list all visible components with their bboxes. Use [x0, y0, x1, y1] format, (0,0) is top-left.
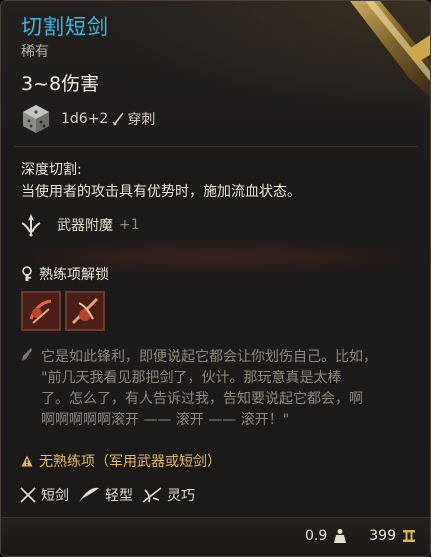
piercing-icon	[112, 112, 124, 126]
enchantment-row: 武器附魔 +1	[19, 213, 140, 237]
item-value: 399	[369, 528, 396, 544]
flavor-line: 啊啊啊啊啊滚开 —— 滚开 —— 滚开！"	[41, 412, 290, 428]
property-light: 轻型	[77, 485, 133, 505]
lacerate-icon	[67, 293, 103, 329]
passive-title: 深度切割:	[21, 162, 82, 178]
property-label: 轻型	[105, 488, 133, 504]
weight-icon	[334, 529, 347, 543]
item-damage: 3~8伤害	[21, 73, 100, 95]
proficiency-unlock-header: 熟练项解锁	[21, 264, 109, 284]
crossed-swords-icon	[20, 487, 36, 503]
proficiency-actions	[21, 291, 105, 331]
damage-type: 穿刺	[127, 112, 156, 128]
item-rarity: 稀有	[21, 44, 49, 60]
unlock-icon	[22, 266, 32, 281]
enchantment-icon	[21, 214, 41, 237]
flavor-line: 它是如此锋利，即便说起它都会让你划伤自己。比如，	[41, 349, 377, 365]
proficiency-unlock-label: 熟练项解锁	[39, 267, 109, 283]
damage-dice-row: 1d6+2 穿刺	[21, 104, 155, 134]
action-tile-2[interactable]	[65, 291, 105, 331]
enchantment-value: +1	[119, 217, 140, 233]
enchantment-label: 武器附魔	[57, 218, 113, 234]
divider	[15, 146, 418, 147]
flavor-text: 它是如此锋利，即便说起它都会让你划伤自己。比如， "前几天我看见那把剑了，伙计。…	[41, 347, 413, 431]
footer-stats: 0.9 399	[305, 528, 416, 544]
tooltip-footer: 0.9 399	[1, 517, 430, 556]
item-tooltip: 切割短剑 稀有 3~8伤害 1d6+2 穿刺 深度切割: 当使用者的攻击具有优势…	[0, 0, 431, 557]
warning-icon	[21, 455, 33, 467]
dice-roll: 1d6+2	[61, 111, 109, 127]
property-finesse: 灵巧	[141, 485, 195, 505]
flavor-line: 了。怎么了，有人告诉过我，告知要说起它都会，啊	[41, 391, 363, 407]
gold-icon	[403, 530, 415, 542]
property-label: 短剑	[41, 488, 69, 504]
property-short-sword: 短剑	[19, 485, 69, 505]
warning-text: 无熟练项（军用武器或短剑）	[39, 454, 221, 470]
quill-icon	[22, 348, 32, 361]
passive-description: 当使用者的攻击具有优势时，施加流血状态。	[21, 184, 301, 200]
dice-icon	[23, 105, 49, 133]
weapon-properties: 短剑 轻型 灵巧	[19, 485, 195, 505]
item-weight: 0.9	[305, 528, 328, 544]
property-label: 灵巧	[167, 488, 195, 504]
proficiency-warning: 无熟练项（军用武器或短剑）	[21, 451, 221, 471]
action-tile-1[interactable]	[21, 291, 61, 331]
finesse-icon	[142, 487, 162, 503]
flavor-line: "前几天我看见那把剑了，伙计。那玩意真是太棒	[41, 370, 342, 386]
item-name: 切割短剑	[21, 15, 109, 39]
dagger-art-icon	[350, 1, 430, 97]
slash-attack-icon	[23, 293, 59, 329]
feather-icon	[79, 487, 99, 502]
